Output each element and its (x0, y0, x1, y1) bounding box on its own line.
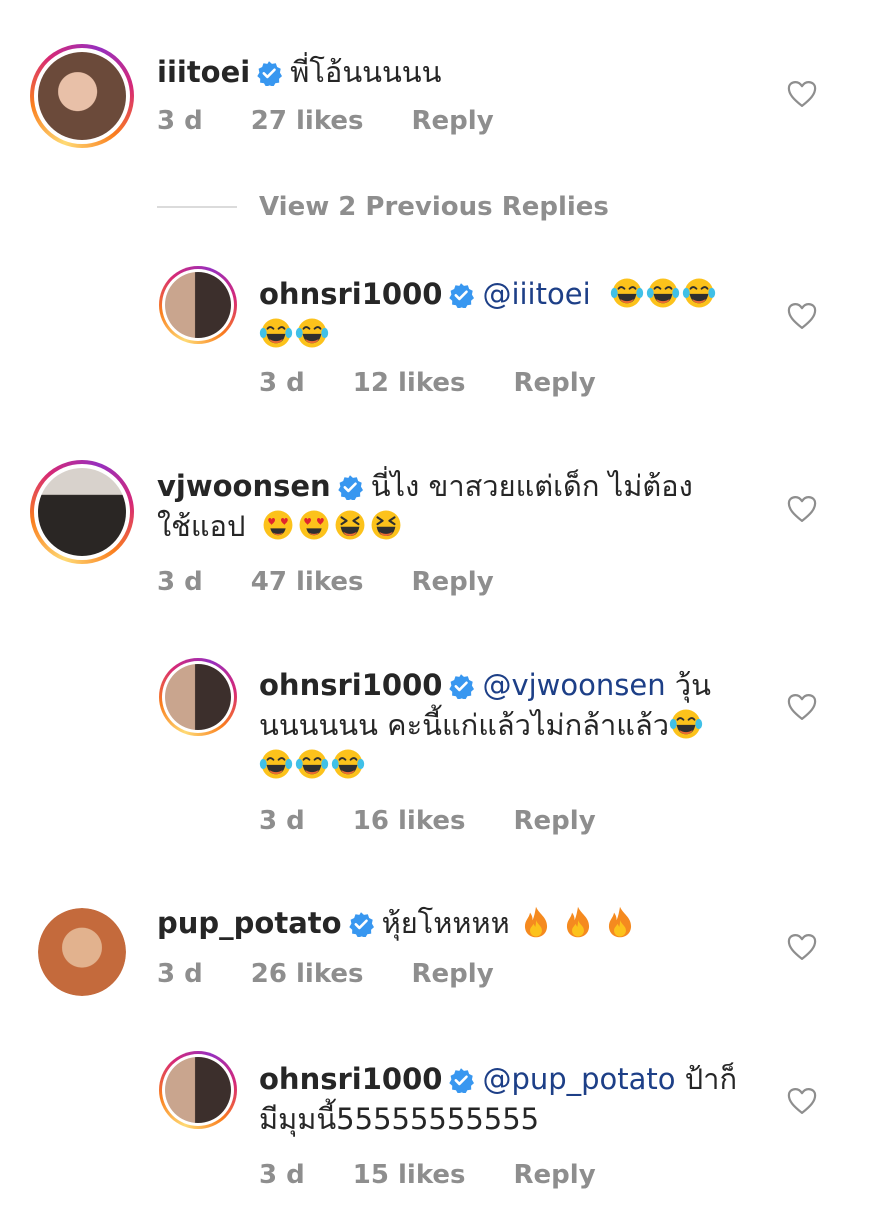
profile-photo (38, 908, 126, 996)
divider (157, 206, 237, 208)
tears-of-joy-emoji (295, 747, 329, 781)
profile-photo (38, 52, 126, 140)
tears-of-joy-emoji (610, 276, 644, 310)
verified-badge-icon (448, 673, 474, 699)
heart-eyes-emoji (297, 508, 331, 542)
comment-text: ป้าก็ (684, 1062, 738, 1096)
profile-photo (165, 1057, 231, 1123)
mention-link[interactable]: @vjwoonsen (482, 668, 665, 702)
verified-badge-icon (337, 474, 363, 500)
verified-badge-icon (256, 60, 282, 86)
username[interactable]: ohnsri1000 (259, 1062, 442, 1096)
tears-of-joy-emoji (259, 316, 293, 350)
view-previous-replies[interactable]: View 2 Previous Replies (157, 190, 609, 224)
heart-outline-icon[interactable] (787, 302, 817, 330)
profile-photo (165, 272, 231, 338)
likes-count[interactable]: 16 likes (353, 806, 466, 836)
view-replies-label[interactable]: View 2 Previous Replies (259, 192, 609, 222)
comment-text: นี่ไง ขาสวยแต่เด็ก ไม่ต้อง (370, 469, 693, 503)
comment-text: นนนนนน คะนี้แก่แล้วไม่กล้าแล้ว (259, 708, 670, 742)
fire-emoji (603, 905, 637, 939)
verified-badge-icon (348, 911, 374, 937)
mention-link[interactable]: @pup_potato (482, 1062, 675, 1096)
tears-of-joy-emoji (295, 316, 329, 350)
reply-button[interactable]: Reply (514, 368, 596, 398)
comment-text: ใช้แอป (157, 509, 246, 543)
avatar[interactable] (159, 1051, 237, 1129)
comment-text: วุ้น (674, 668, 711, 702)
tears-of-joy-emoji (331, 747, 365, 781)
tears-of-joy-emoji (682, 276, 716, 310)
tears-of-joy-emoji (259, 747, 293, 781)
username[interactable]: iiitoei (157, 55, 250, 89)
heart-outline-icon[interactable] (787, 495, 817, 523)
comment-text: พี่โอ้นนนนน (290, 55, 442, 89)
fire-emoji (561, 905, 595, 939)
timestamp: 3 d (259, 1160, 305, 1190)
timestamp: 3 d (157, 106, 203, 136)
heart-eyes-emoji (261, 508, 295, 542)
username[interactable]: ohnsri1000 (259, 668, 442, 702)
tears-of-joy-emoji (646, 276, 680, 310)
heart-outline-icon[interactable] (787, 80, 817, 108)
avatar[interactable] (38, 908, 126, 996)
verified-badge-icon (448, 1067, 474, 1093)
heart-outline-icon[interactable] (787, 1087, 817, 1115)
timestamp: 3 d (157, 959, 203, 989)
timestamp: 3 d (259, 806, 305, 836)
reply-button[interactable]: Reply (412, 959, 494, 989)
avatar[interactable] (159, 266, 237, 344)
username[interactable]: pup_potato (157, 906, 342, 940)
avatar[interactable] (159, 658, 237, 736)
timestamp: 3 d (259, 368, 305, 398)
reply-button[interactable]: Reply (412, 106, 494, 136)
likes-count[interactable]: 12 likes (353, 368, 466, 398)
likes-count[interactable]: 27 likes (251, 106, 364, 136)
likes-count[interactable]: 47 likes (251, 567, 364, 597)
avatar[interactable] (30, 460, 134, 564)
comment-text: มีมุมนี้55555555555 (259, 1102, 540, 1136)
reply-button[interactable]: Reply (514, 1160, 596, 1190)
squinting-laugh-emoji (369, 508, 403, 542)
likes-count[interactable]: 26 likes (251, 959, 364, 989)
reply-button[interactable]: Reply (514, 806, 596, 836)
mention-link[interactable]: @iiitoei (482, 277, 590, 311)
fire-emoji (519, 905, 553, 939)
username[interactable]: vjwoonsen (157, 469, 331, 503)
verified-badge-icon (448, 282, 474, 308)
heart-outline-icon[interactable] (787, 933, 817, 961)
squinting-laugh-emoji (333, 508, 367, 542)
comment-text: หุ้ยโหหหห (381, 906, 510, 940)
profile-photo (38, 468, 126, 556)
likes-count[interactable]: 15 likes (353, 1160, 466, 1190)
reply-button[interactable]: Reply (412, 567, 494, 597)
profile-photo (165, 664, 231, 730)
username[interactable]: ohnsri1000 (259, 277, 442, 311)
avatar[interactable] (30, 44, 134, 148)
timestamp: 3 d (157, 567, 203, 597)
tears-of-joy-emoji (669, 707, 703, 741)
heart-outline-icon[interactable] (787, 693, 817, 721)
